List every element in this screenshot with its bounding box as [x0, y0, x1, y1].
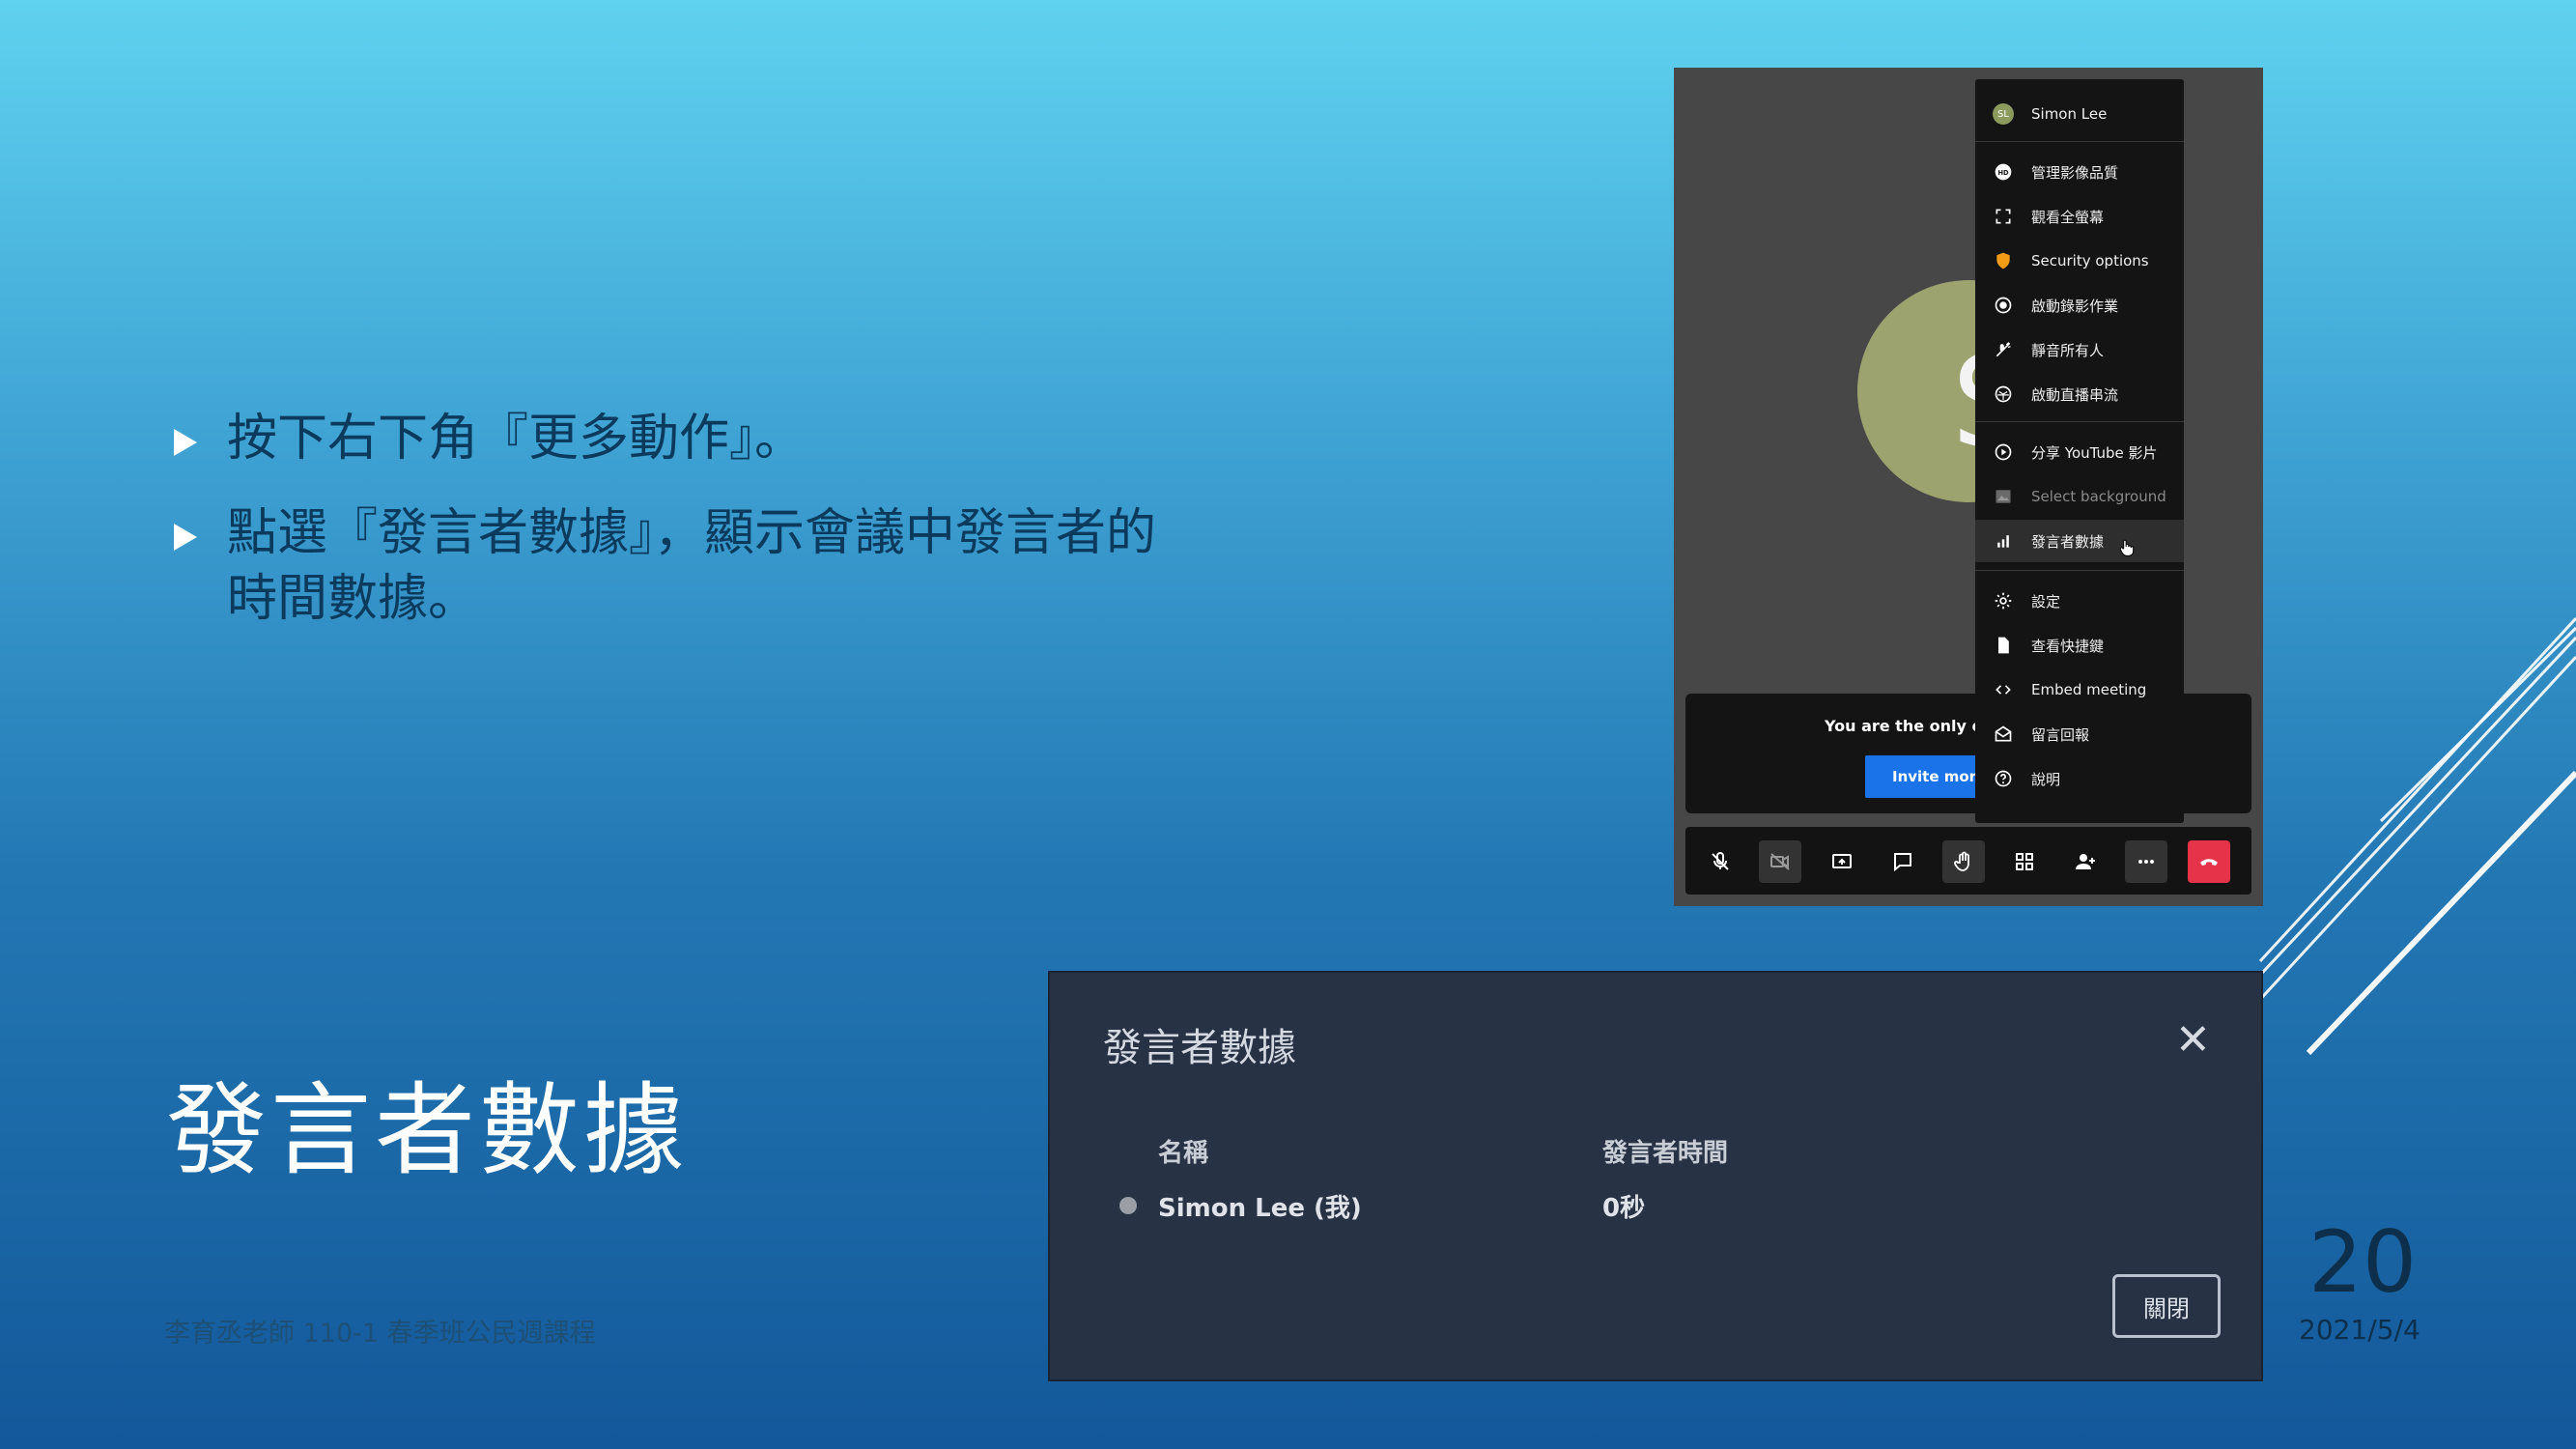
background-icon: [1996, 490, 2011, 503]
dialog-title: 發言者數據: [1103, 1026, 1296, 1070]
bullet-item: 按下右下角『更多動作』。: [164, 406, 1188, 471]
bullet-triangle-icon: [174, 429, 197, 456]
menu-item-label: 啟動錄影作業: [2031, 297, 2119, 315]
close-icon[interactable]: ✕: [2175, 1019, 2211, 1062]
camera-off-button[interactable]: [1759, 840, 1801, 883]
invite-more-button[interactable]: Invite more people: [1865, 755, 1981, 798]
hangup-icon: [2200, 859, 2218, 866]
menu-item-label: 靜音所有人: [2031, 341, 2105, 359]
menu-item-label: Embed meeting: [2031, 681, 2147, 698]
hd-icon: HD: [1995, 163, 2012, 181]
bullet-item: 點選『發言者數據』，顯示會議中發言者的時間數據。: [164, 500, 1188, 632]
decorative-lines: [2250, 616, 2576, 1056]
menu-item-embed[interactable]: Embed meeting: [1975, 668, 2184, 711]
alone-notice-text: You are the only one in the meeting: [1825, 717, 1979, 735]
camera-off-icon: [1770, 853, 1790, 870]
shield-icon: [1996, 252, 2010, 270]
raise-hand-button[interactable]: [1942, 840, 1985, 883]
screen-share-button[interactable]: [1821, 840, 1863, 883]
bullet-text: 點選『發言者數據』，顯示會議中發言者的時間數據。: [227, 504, 1157, 628]
column-header-time: 發言者時間: [1602, 1139, 1729, 1168]
slide-footer: 李育丞老師 110-1 春季班公民週課程: [164, 1319, 596, 1349]
chat-icon: [1894, 853, 1911, 872]
tile-view-button[interactable]: [2003, 840, 2046, 883]
chat-button[interactable]: [1882, 840, 1924, 883]
speaker-name: Simon Lee (我): [1158, 1194, 1362, 1223]
slide-title: 發言者數據: [166, 1071, 689, 1189]
speaker-time: 0秒: [1602, 1194, 1646, 1223]
hand-cursor-icon: [2119, 539, 2135, 556]
menu-item-fullscreen[interactable]: 觀看全螢幕: [1975, 195, 2184, 238]
feedback-icon: [1995, 725, 2012, 742]
youtube-play-icon: [1995, 443, 2012, 461]
code-icon: [1996, 685, 2011, 695]
menu-item-label: 發言者數據: [2031, 532, 2105, 551]
close-button[interactable]: 關閉: [2112, 1274, 2221, 1338]
bullet-triangle-icon: [174, 524, 197, 551]
more-actions-menu: SL Simon Lee HD 管理影像品質 觀看全螢幕 Security op…: [1975, 79, 2184, 823]
slide-date: 2021/5/4: [2299, 1314, 2420, 1346]
menu-item-share-youtube[interactable]: 分享 YouTube 影片: [1975, 431, 2184, 473]
menu-item-video-quality[interactable]: HD 管理影像品質: [1975, 151, 2184, 193]
live-stream-icon: [1995, 385, 2012, 403]
bar-chart-icon: [1997, 535, 2009, 548]
mute-all-icon: [1996, 342, 2011, 357]
menu-item-label: Security options: [2031, 252, 2149, 270]
menu-user-name: Simon Lee: [2031, 105, 2108, 123]
menu-item-feedback[interactable]: 留言回報: [1975, 713, 2184, 755]
menu-item-mute-all[interactable]: 靜音所有人: [1975, 328, 2184, 371]
menu-item-label: 觀看全螢幕: [2031, 208, 2105, 226]
bullet-text: 按下右下角『更多動作』。: [227, 410, 806, 468]
menu-item-live-stream[interactable]: 啟動直播串流: [1975, 373, 2184, 415]
record-icon: [1995, 297, 2012, 314]
menu-item-label: 設定: [2031, 592, 2061, 611]
invite-more-label: Invite more people: [1892, 768, 1981, 785]
speaker-stats-dialog: 發言者數據 ✕ 名稱 發言者時間 Simon Lee (我) 0秒 關閉: [1048, 971, 2263, 1381]
gear-icon: [1995, 592, 2012, 610]
mic-off-button[interactable]: [1699, 840, 1741, 883]
fullscreen-icon: [1996, 209, 2011, 224]
menu-profile[interactable]: SL Simon Lee: [1975, 93, 2184, 135]
menu-item-label: 分享 YouTube 影片: [2031, 443, 2158, 462]
hangup-button[interactable]: [2188, 840, 2230, 883]
column-header-name: 名稱: [1158, 1139, 1209, 1168]
page-number: 20: [2308, 1212, 2417, 1312]
invite-button[interactable]: [2064, 840, 2107, 883]
status-dot: [1119, 1197, 1137, 1214]
menu-item-label: 查看快捷鍵: [2031, 637, 2105, 655]
menu-item-label: 管理影像品質: [2031, 163, 2119, 182]
menu-item-label: 留言回報: [2031, 725, 2090, 744]
mic-off-icon: [1712, 852, 1729, 870]
menu-item-label: Select background: [2031, 488, 2166, 505]
meeting-toolbar: [1685, 827, 2251, 895]
invite-icon: [2076, 854, 2095, 869]
menu-item-select-background[interactable]: Select background: [1975, 475, 2184, 518]
menu-item-recording[interactable]: 啟動錄影作業: [1975, 284, 2184, 327]
more-actions-button[interactable]: [2125, 840, 2167, 883]
avatar: SL: [1993, 103, 2014, 125]
menu-item-security[interactable]: Security options: [1975, 240, 2184, 282]
meeting-window: S You are the only one in the meeting In…: [1674, 68, 2263, 906]
raise-hand-icon: [1954, 851, 1969, 871]
menu-item-settings[interactable]: 設定: [1975, 580, 2184, 622]
menu-item-help[interactable]: 說明: [1975, 757, 2184, 800]
svg-text:HD: HD: [1997, 169, 2009, 177]
menu-item-label: 說明: [2031, 770, 2061, 788]
help-icon: [1995, 770, 2012, 787]
menu-item-shortcuts[interactable]: 查看快捷鍵: [1975, 624, 2184, 667]
screen-share-icon: [1832, 854, 1852, 868]
tile-view-icon: [2016, 853, 2033, 870]
menu-item-label: 啟動直播串流: [2031, 385, 2119, 404]
more-actions-icon: [2138, 860, 2154, 864]
bullet-list: 按下右下角『更多動作』。 點選『發言者數據』，顯示會議中發言者的時間數據。: [164, 406, 1188, 661]
menu-item-speaker-stats[interactable]: 發言者數據: [1975, 520, 2184, 562]
document-icon: [1998, 637, 2009, 654]
